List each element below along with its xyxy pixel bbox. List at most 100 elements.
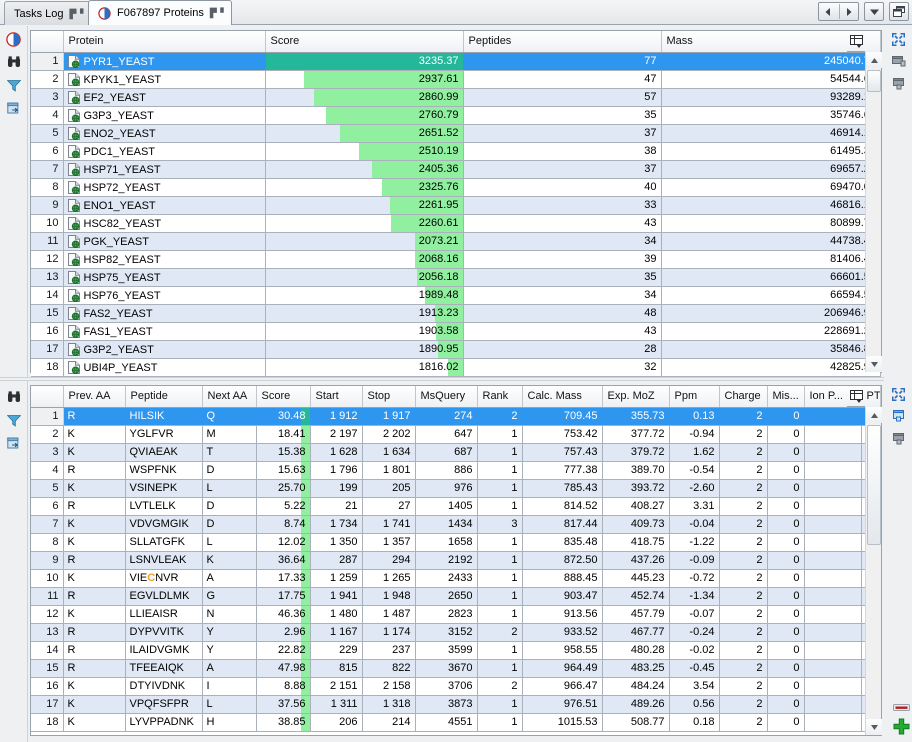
cell-protein[interactable]: ENO2_YEAST: [63, 124, 265, 142]
cell-protein[interactable]: KPYK1_YEAST: [63, 70, 265, 88]
cell-calc-mass[interactable]: 814.52: [522, 497, 602, 515]
table-row[interactable]: 18UBI4P_YEAST1816.023242825.94: [31, 358, 881, 376]
cell-mass[interactable]: 228691.28: [661, 322, 881, 340]
cell-ppm[interactable]: -0.72: [669, 569, 719, 587]
cell-msquery[interactable]: 3152: [415, 623, 477, 641]
table-row[interactable]: 4RWSPFNKD15.631 7961 8018861777.38389.70…: [31, 461, 881, 479]
cell-ion-p[interactable]: [804, 497, 861, 515]
cell-score[interactable]: 8.88: [256, 677, 310, 695]
cell-peptide[interactable]: YGLFVR: [125, 425, 202, 443]
cell-ppm[interactable]: -0.09: [669, 551, 719, 569]
cell-mass[interactable]: 54544.63: [661, 70, 881, 88]
column-header-calc-mass[interactable]: Calc. Mass: [522, 386, 602, 407]
cell-stop[interactable]: 2 202: [362, 425, 415, 443]
cell-ion-p[interactable]: [804, 479, 861, 497]
cell-peptide[interactable]: LSNVLEAK: [125, 551, 202, 569]
cell-exp-moz[interactable]: 508.77: [602, 713, 669, 731]
cell-prev-aa[interactable]: R: [63, 659, 125, 677]
cell-prev-aa[interactable]: K: [63, 479, 125, 497]
cell-start[interactable]: 1 796: [310, 461, 362, 479]
cell-charge[interactable]: 2: [719, 677, 767, 695]
table-row[interactable]: 13RDYPVVITKY2.961 1671 17431522933.52467…: [31, 623, 881, 641]
cell-rank[interactable]: 1: [477, 443, 522, 461]
cell-ion-p[interactable]: [804, 461, 861, 479]
add-row-icon[interactable]: [893, 718, 910, 738]
export-table-icon[interactable]: [3, 98, 25, 118]
cell-protein[interactable]: HSP75_YEAST: [63, 268, 265, 286]
cell-score[interactable]: 22.82: [256, 641, 310, 659]
cell-peptides[interactable]: 35: [463, 106, 661, 124]
cell-exp-moz[interactable]: 379.72: [602, 443, 669, 461]
filter-funnel-icon[interactable]: [3, 410, 25, 430]
cell-charge[interactable]: 2: [719, 497, 767, 515]
cell-exp-moz[interactable]: 445.23: [602, 569, 669, 587]
cell-prev-aa[interactable]: K: [63, 713, 125, 731]
column-header-next-aa[interactable]: Next AA: [202, 386, 256, 407]
table-row[interactable]: 7HSP71_YEAST2405.363769657.25: [31, 160, 881, 178]
cell-prev-aa[interactable]: R: [63, 587, 125, 605]
cell-charge[interactable]: 2: [719, 605, 767, 623]
cell-ion-p[interactable]: [804, 407, 861, 425]
cell-ion-p[interactable]: [804, 695, 861, 713]
table-row[interactable]: 12KLLIEAISRN46.361 4801 48728231913.5645…: [31, 605, 881, 623]
cell-start[interactable]: 1 480: [310, 605, 362, 623]
close-icon[interactable]: ▛▝: [210, 8, 224, 18]
cell-mis[interactable]: 0: [767, 713, 804, 731]
cell-calc-mass[interactable]: 964.49: [522, 659, 602, 677]
cell-prev-aa[interactable]: R: [63, 641, 125, 659]
cell-score[interactable]: 2860.99: [265, 88, 463, 106]
cell-peptide[interactable]: LYVPPADNK: [125, 713, 202, 731]
cell-score[interactable]: 5.22: [256, 497, 310, 515]
binoculars-search-icon[interactable]: [3, 387, 25, 407]
cell-score[interactable]: 2510.19: [265, 142, 463, 160]
cell-msquery[interactable]: 3873: [415, 695, 477, 713]
cell-start[interactable]: 21: [310, 497, 362, 515]
cell-stop[interactable]: 237: [362, 641, 415, 659]
cell-next-aa[interactable]: K: [202, 551, 256, 569]
cell-ppm[interactable]: 3.54: [669, 677, 719, 695]
scroll-down-button[interactable]: [866, 719, 882, 735]
cell-stop[interactable]: 27: [362, 497, 415, 515]
cell-peptide[interactable]: TFEEAIQK: [125, 659, 202, 677]
cell-peptide[interactable]: QVIAEAK: [125, 443, 202, 461]
cell-peptides[interactable]: 47: [463, 70, 661, 88]
cell-msquery[interactable]: 976: [415, 479, 477, 497]
cell-ion-p[interactable]: [804, 641, 861, 659]
cell-peptide[interactable]: EGVLDLMK: [125, 587, 202, 605]
table-row[interactable]: 1RHILSIKQ30.481 9121 9172742709.45355.73…: [31, 407, 881, 425]
column-header-score[interactable]: Score: [265, 31, 463, 52]
cell-mass[interactable]: 35846.85: [661, 340, 881, 358]
cell-charge[interactable]: 2: [719, 551, 767, 569]
table-row[interactable]: 13HSP75_YEAST2056.183566601.59: [31, 268, 881, 286]
cell-rank[interactable]: 1: [477, 605, 522, 623]
cell-next-aa[interactable]: T: [202, 443, 256, 461]
cell-mass[interactable]: 42825.94: [661, 358, 881, 376]
cell-ppm[interactable]: -1.34: [669, 587, 719, 605]
cell-calc-mass[interactable]: 872.50: [522, 551, 602, 569]
cell-peptide[interactable]: HILSIK: [125, 407, 202, 425]
cell-stop[interactable]: 1 801: [362, 461, 415, 479]
cell-calc-mass[interactable]: 966.47: [522, 677, 602, 695]
cell-mis[interactable]: 0: [767, 533, 804, 551]
table-row[interactable]: 17G3P2_YEAST1890.952835846.85: [31, 340, 881, 358]
cell-score[interactable]: 2405.36: [265, 160, 463, 178]
cell-start[interactable]: 1 912: [310, 407, 362, 425]
cell-score[interactable]: 25.70: [256, 479, 310, 497]
cell-calc-mass[interactable]: 777.38: [522, 461, 602, 479]
table-row[interactable]: 8KSLLATGFKL12.021 3501 35716581835.48418…: [31, 533, 881, 551]
cell-score[interactable]: 2261.95: [265, 196, 463, 214]
cell-next-aa[interactable]: N: [202, 605, 256, 623]
tab-list-dropdown-button[interactable]: [864, 2, 884, 21]
cell-next-aa[interactable]: L: [202, 479, 256, 497]
column-header-charge[interactable]: Charge: [719, 386, 767, 407]
column-header-protein[interactable]: Protein: [63, 31, 265, 52]
cell-score[interactable]: 46.36: [256, 605, 310, 623]
cell-start[interactable]: 199: [310, 479, 362, 497]
cell-mis[interactable]: 0: [767, 515, 804, 533]
table-row[interactable]: 16FAS1_YEAST1903.5843228691.28: [31, 322, 881, 340]
cell-protein[interactable]: G3P2_YEAST: [63, 340, 265, 358]
table-row[interactable]: 11PGK_YEAST2073.213444738.43: [31, 232, 881, 250]
cell-next-aa[interactable]: A: [202, 569, 256, 587]
cell-stop[interactable]: 1 948: [362, 587, 415, 605]
column-header-prev-aa[interactable]: Prev. AA: [63, 386, 125, 407]
